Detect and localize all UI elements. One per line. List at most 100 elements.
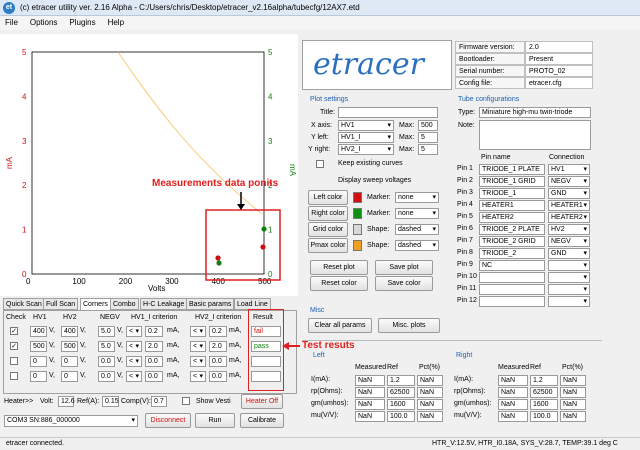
results-pct-field[interactable]: NaN (417, 387, 443, 398)
pin-name-input[interactable]: TRIODE_2 GRID (479, 236, 545, 247)
pin-name-input[interactable] (479, 284, 545, 295)
results-measured-field[interactable]: NaN (355, 411, 385, 422)
menu-plugins[interactable]: Plugins (64, 16, 100, 29)
pin-connection-select[interactable] (548, 272, 590, 283)
corner-crit1-input[interactable]: 2.0 (145, 341, 163, 352)
x-axis-select[interactable]: HV1 (338, 120, 394, 131)
y-right-max-input[interactable]: 5 (418, 144, 438, 155)
corner-hv2-input[interactable]: 0 (61, 356, 78, 367)
corner-op2-select[interactable]: < (190, 356, 206, 367)
grid-shape-select[interactable]: dashed (395, 224, 439, 235)
disconnect-button[interactable]: Disconnect (145, 413, 191, 428)
corner-crit2-input[interactable]: 0.0 (209, 356, 227, 367)
pmax-color-button[interactable]: Pmax color (308, 238, 348, 253)
results-pct-field[interactable]: NaN (560, 411, 586, 422)
corner-crit2-input[interactable]: 0.0 (209, 371, 227, 382)
pin-name-input[interactable]: NC (479, 260, 545, 271)
pin-connection-select[interactable]: HEATER1 (548, 200, 590, 211)
corner-check-checkbox[interactable] (10, 372, 18, 380)
results-ref-field[interactable]: 100.0 (387, 411, 415, 422)
corner-hv2-input[interactable]: 400 (61, 326, 78, 337)
corner-crit1-input[interactable]: 0.0 (145, 356, 163, 367)
results-measured-field[interactable]: NaN (355, 387, 385, 398)
menu-help[interactable]: Help (103, 16, 129, 29)
results-ref-field[interactable]: 100.0 (530, 411, 558, 422)
corner-op1-select[interactable]: < (126, 341, 142, 352)
corner-hv2-input[interactable]: 500 (61, 341, 78, 352)
pmax-shape-select[interactable]: dashed (395, 240, 439, 251)
corner-negv-input[interactable]: 5.0 (98, 341, 115, 352)
results-measured-field[interactable]: NaN (355, 399, 385, 410)
corner-check-checkbox[interactable]: ✓ (10, 327, 18, 335)
pin-name-input[interactable]: TRIODE_2 CATHODE (479, 248, 545, 267)
reset-plot-button[interactable]: Reset plot (310, 260, 368, 275)
pin-name-input[interactable]: TRIODE_1 CATHODE (479, 188, 545, 207)
right-color-swatch[interactable] (353, 208, 362, 219)
results-measured-field[interactable]: NaN (355, 375, 385, 386)
run-button[interactable]: Run (195, 413, 235, 428)
tube-type-input[interactable]: Miniature high-mu twin-triode (479, 107, 591, 118)
pin-connection-select[interactable]: NEGV (548, 176, 590, 187)
pin-connection-select[interactable]: NEGV (548, 236, 590, 247)
corner-negv-input[interactable]: 0.0 (98, 356, 115, 367)
tab-quick-scan[interactable]: Quick Scan (3, 298, 45, 310)
clear-all-params-button[interactable]: Clear all params (308, 318, 372, 333)
pin-name-input[interactable]: HEATER1 (479, 200, 545, 211)
pin-connection-select[interactable] (548, 296, 590, 307)
pin-connection-select[interactable]: HV2 (548, 224, 590, 235)
left-color-swatch[interactable] (353, 192, 362, 203)
pin-connection-select[interactable] (548, 260, 590, 271)
misc-plots-button[interactable]: Misc. plots (378, 318, 440, 333)
corner-crit1-input[interactable]: 0.0 (145, 371, 163, 382)
heater-volt-input[interactable]: 12.6 (58, 396, 75, 407)
y-left-max-input[interactable]: 5 (418, 132, 438, 143)
reset-color-button[interactable]: Reset color (310, 276, 368, 291)
menu-options[interactable]: Options (25, 16, 63, 29)
corner-negv-input[interactable]: 0.0 (98, 371, 115, 382)
corner-crit2-input[interactable]: 0.2 (209, 326, 227, 337)
corner-crit1-input[interactable]: 0.2 (145, 326, 163, 337)
pin-name-input[interactable]: TRIODE_1 GRID (479, 176, 545, 187)
corner-check-checkbox[interactable] (10, 357, 18, 365)
results-pct-field[interactable]: NaN (560, 375, 586, 386)
save-color-button[interactable]: Save color (375, 276, 433, 291)
results-ref-field[interactable]: 1600 (387, 399, 415, 410)
pin-connection-select[interactable]: HEATER2 (548, 212, 590, 223)
pin-connection-select[interactable]: HV1 (548, 164, 590, 175)
results-measured-field[interactable]: NaN (498, 399, 528, 410)
grid-color-swatch[interactable] (353, 224, 362, 235)
heater-off-button[interactable]: Heater Off (241, 394, 283, 409)
y-left-select[interactable]: HV1_I (338, 132, 394, 143)
results-pct-field[interactable]: NaN (417, 375, 443, 386)
pin-connection-select[interactable] (548, 284, 590, 295)
pin-name-input[interactable]: HEATER2 (479, 212, 545, 223)
results-pct-field[interactable]: NaN (417, 411, 443, 422)
results-ref-field[interactable]: 1.2 (530, 375, 558, 386)
tab-basic-params[interactable]: Basic params (186, 298, 235, 310)
right-color-button[interactable]: Right color (308, 206, 348, 221)
plot-title-input[interactable] (338, 107, 438, 118)
corner-op1-select[interactable]: < (126, 326, 142, 337)
left-marker-select[interactable]: none (395, 192, 439, 203)
results-ref-field[interactable]: 62500 (530, 387, 558, 398)
results-ref-field[interactable]: 1600 (530, 399, 558, 410)
tube-note-input[interactable] (479, 120, 591, 150)
show-vesti-checkbox[interactable] (182, 397, 190, 405)
left-color-button[interactable]: Left color (308, 190, 348, 205)
results-ref-field[interactable]: 1.2 (387, 375, 415, 386)
corner-op1-select[interactable]: < (126, 371, 142, 382)
heater-ref-input[interactable]: 0.15 (102, 396, 119, 407)
calibrate-button[interactable]: Calibrate (240, 413, 284, 428)
results-pct-field[interactable]: NaN (560, 387, 586, 398)
y-right-select[interactable]: HV2_I (338, 144, 394, 155)
right-marker-select[interactable]: none (395, 208, 439, 219)
corner-check-checkbox[interactable]: ✓ (10, 342, 18, 350)
tab-full-scan[interactable]: Full Scan (43, 298, 79, 310)
results-ref-field[interactable]: 62500 (387, 387, 415, 398)
corner-hv1-input[interactable]: 500 (30, 341, 47, 352)
grid-color-button[interactable]: Grid color (308, 222, 348, 237)
corner-op1-select[interactable]: < (126, 356, 142, 367)
x-max-input[interactable]: 500 (418, 120, 438, 131)
corner-op2-select[interactable]: < (190, 326, 206, 337)
pin-name-input[interactable]: TRIODE_2 PLATE (479, 224, 545, 235)
